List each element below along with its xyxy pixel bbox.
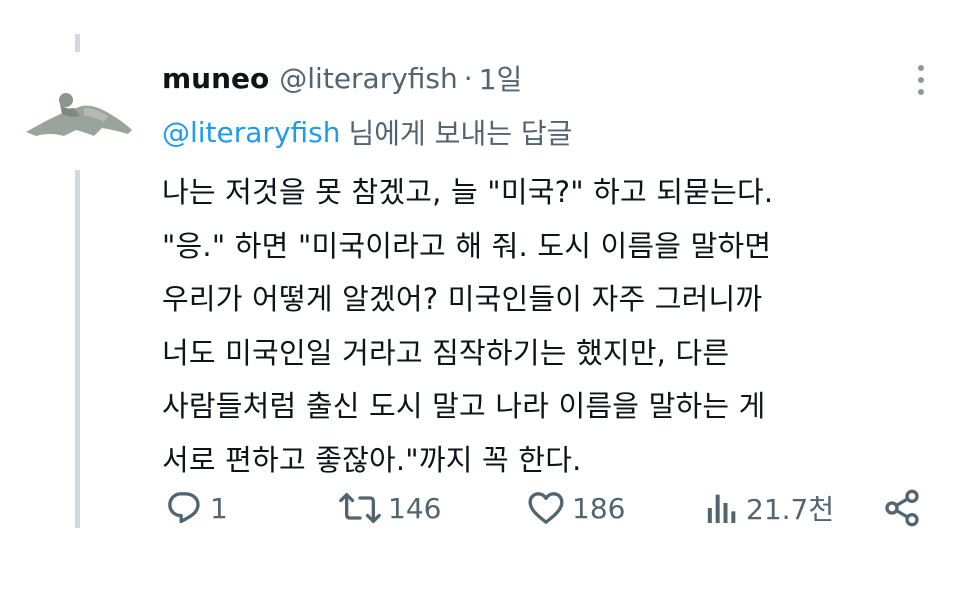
like-button[interactable]: 186 bbox=[526, 484, 625, 532]
share-icon bbox=[885, 489, 919, 527]
tweet-text-line: 사람들처럼 출신 도시 말고 나라 이름을 말하는 게 bbox=[162, 389, 766, 423]
more-icon bbox=[918, 65, 924, 71]
thread-line-top bbox=[75, 34, 80, 52]
tweet-text-line: 너도 미국인일 거라고 짐작하기는 했지만, 다른 bbox=[162, 335, 730, 370]
tweet-text-line: 서로 편하고 좋잖아."까지 꼭 한다. bbox=[162, 442, 582, 477]
more-icon-dot bbox=[918, 77, 924, 83]
tweet-text-line: "응." 하면 "미국이라고 해 줘. 도시 이름을 말하면 bbox=[162, 228, 772, 263]
views-button[interactable]: 21.7천 bbox=[704, 484, 834, 532]
like-count: 186 bbox=[572, 491, 626, 525]
separator-dot: · bbox=[463, 61, 473, 95]
share-button[interactable] bbox=[882, 484, 922, 532]
tweet-header: muneo @literaryfish · 1일 bbox=[162, 56, 522, 100]
retweet-button[interactable]: 146 bbox=[338, 484, 441, 532]
avatar[interactable] bbox=[24, 86, 134, 142]
retweet-icon bbox=[339, 493, 381, 523]
views-icon bbox=[707, 494, 736, 523]
views-count: 21.7천 bbox=[746, 493, 835, 526]
thread-line bbox=[75, 170, 80, 528]
reply-button[interactable]: 1 bbox=[164, 484, 228, 532]
retweet-count: 146 bbox=[388, 491, 442, 525]
tweet-text-line: 나는 저것을 못 참겠고, 늘 "미국?" 하고 되묻는다. bbox=[162, 175, 774, 209]
more-options-button[interactable] bbox=[906, 58, 936, 102]
tweet-text-line: 우리가 어떻게 알겠어? 미국인들이 자주 그러니까 bbox=[162, 282, 763, 316]
tweet-text: 나는 저것을 못 참겠고, 늘 "미국?" 하고 되묻는다. "응." 하면 "… bbox=[162, 166, 922, 487]
author-handle[interactable]: @literaryfish bbox=[279, 62, 458, 95]
reply-icon bbox=[168, 492, 200, 524]
more-icon-dot bbox=[918, 89, 924, 95]
reply-count: 1 bbox=[210, 491, 228, 525]
author-name[interactable]: muneo bbox=[162, 62, 269, 95]
timestamp[interactable]: 1일 bbox=[479, 58, 523, 98]
action-bar: 1 146 186 21.7천 bbox=[160, 484, 930, 532]
heart-icon bbox=[528, 492, 564, 524]
replying-to: @literaryfish 님에게 보내는 답글 bbox=[162, 110, 572, 154]
reply-label: 님에게 보내는 답글 bbox=[348, 117, 573, 150]
reply-mention-link[interactable]: @literaryfish bbox=[162, 116, 341, 149]
avatar-image bbox=[26, 93, 132, 136]
